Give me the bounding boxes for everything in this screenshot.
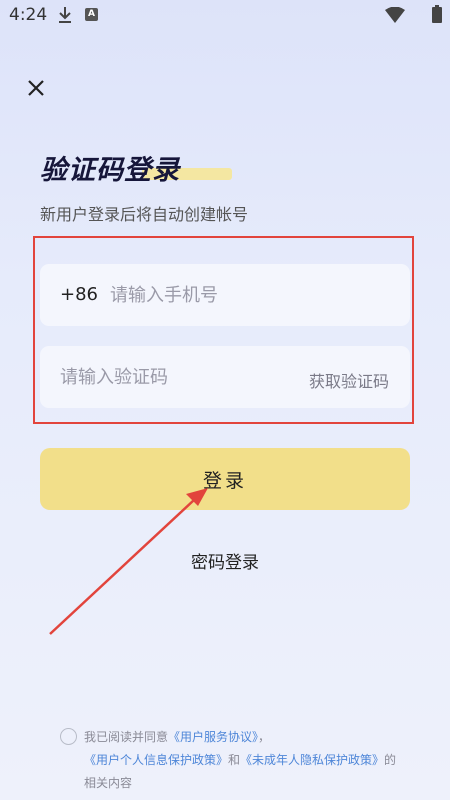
login-button[interactable]: 登录 [40, 448, 410, 510]
close-icon [28, 80, 44, 96]
page-title-wrap: 验证码登录 [40, 148, 232, 187]
download-icon [59, 7, 71, 23]
get-code-button[interactable]: 获取验证码 [309, 368, 389, 392]
user-service-agreement-link[interactable]: 《用户服务协议》 [168, 730, 258, 744]
wifi-icon [385, 7, 405, 23]
phone-input[interactable] [110, 282, 390, 308]
page-title: 验证码登录 [40, 155, 180, 186]
country-code[interactable]: +86 [60, 284, 98, 305]
a-icon: A [85, 8, 98, 21]
verification-code-field: 获取验证码 [40, 346, 410, 408]
password-login-link[interactable]: 密码登录 [0, 548, 450, 573]
agreement-and: 和 [228, 753, 241, 767]
agreement-separator: ， [258, 730, 271, 744]
close-button[interactable] [24, 74, 52, 102]
phone-field: +86 [40, 264, 410, 326]
agreement-prefix: 我已阅读并同意 [84, 730, 169, 744]
personal-info-policy-link[interactable]: 《用户个人信息保护政策》 [84, 753, 228, 767]
agreement-text: 我已阅读并同意《用户服务协议》， 《用户个人信息保护政策》和《未成年人隐私保护政策… [84, 726, 404, 795]
battery-icon [432, 5, 442, 23]
agreement-checkbox[interactable] [60, 728, 77, 745]
minor-privacy-policy-link[interactable]: 《未成年人隐私保护政策》 [240, 753, 384, 767]
status-time: 4:24 [9, 5, 48, 25]
verification-code-input[interactable] [60, 364, 280, 390]
status-bar: 4:24 A [0, 0, 450, 30]
page-subtitle: 新用户登录后将自动创建帐号 [40, 205, 249, 224]
